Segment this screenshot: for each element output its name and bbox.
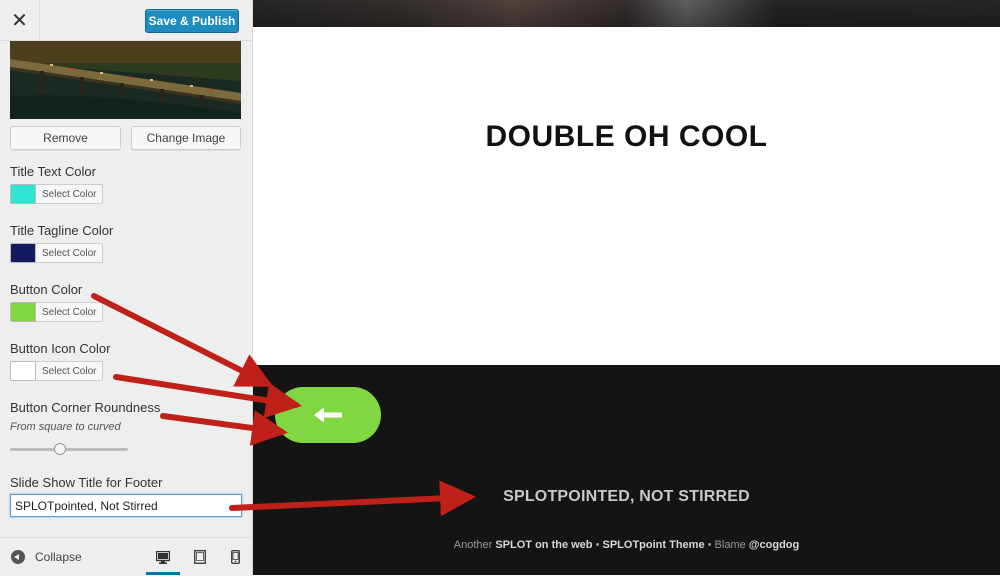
- remove-image-button[interactable]: Remove: [10, 126, 121, 150]
- credits-separator: •: [595, 539, 600, 551]
- mobile-icon: [230, 550, 240, 564]
- theme-link[interactable]: SPLOTpoint Theme: [603, 539, 705, 551]
- site-footer: SPLOTPOINTED, NOT STIRRED Another SPLOT …: [253, 365, 1000, 575]
- hero-background-image: [253, 0, 1000, 27]
- tablet-icon: [194, 550, 206, 564]
- select-color-button[interactable]: Select Color: [36, 184, 104, 204]
- color-swatch[interactable]: [10, 302, 36, 322]
- credits-text: Another: [453, 539, 493, 551]
- credits-text: Blame: [714, 539, 746, 551]
- slide-nav-button[interactable]: [275, 387, 381, 443]
- header-image-thumbnail: [10, 41, 241, 119]
- left-arrow-icon: [314, 407, 342, 423]
- color-swatch[interactable]: [10, 243, 36, 263]
- mobile-preview-button[interactable]: [224, 546, 246, 568]
- title-text-color-label: Title Text Color: [10, 164, 96, 179]
- tablet-preview-button[interactable]: [189, 546, 211, 568]
- corner-roundness-description: From square to curved: [10, 421, 121, 433]
- bridge-photo: [10, 41, 241, 119]
- splot-link[interactable]: SPLOT on the web: [495, 539, 592, 551]
- close-icon: ✕: [11, 9, 28, 32]
- button-color-picker[interactable]: Select Color: [10, 302, 104, 323]
- site-preview: DOUBLE OH COOL SPLOTPOINTED, NOT STIRRED…: [253, 0, 1000, 575]
- desktop-preview-button[interactable]: [152, 546, 174, 568]
- button-icon-color-picker[interactable]: Select Color: [10, 361, 104, 382]
- collapse-button[interactable]: Collapse: [35, 550, 82, 564]
- save-publish-button[interactable]: Save & Publish: [145, 9, 239, 33]
- customizer-sidebar: ✕ Save & Publish Remove Change Image Tit…: [0, 0, 253, 576]
- site-title: DOUBLE OH COOL: [485, 120, 768, 153]
- customizer-footer: Collapse: [0, 537, 252, 576]
- footer-title-input[interactable]: [10, 494, 242, 517]
- title-text-color-picker[interactable]: Select Color: [10, 184, 104, 205]
- color-swatch[interactable]: [10, 184, 36, 204]
- customizer-header: ✕ Save & Publish: [0, 0, 252, 41]
- collapse-icon[interactable]: [11, 550, 25, 564]
- corner-roundness-slider-handle[interactable]: [53, 443, 66, 455]
- select-color-button[interactable]: Select Color: [36, 361, 104, 381]
- select-color-button[interactable]: Select Color: [36, 243, 104, 263]
- corner-roundness-label: Button Corner Roundness: [10, 400, 161, 415]
- title-tagline-color-label: Title Tagline Color: [10, 223, 114, 238]
- author-link[interactable]: @cogdog: [749, 539, 799, 551]
- corner-roundness-slider-track[interactable]: [10, 448, 128, 451]
- credits-separator: •: [707, 539, 712, 551]
- footer-credits: Another SPLOT on the web • SPLOTpoint Th…: [253, 539, 1000, 551]
- button-icon-color-label: Button Icon Color: [10, 341, 111, 356]
- color-swatch[interactable]: [10, 361, 36, 381]
- button-color-label: Button Color: [10, 282, 83, 297]
- close-button[interactable]: ✕: [0, 0, 40, 40]
- title-tagline-color-picker[interactable]: Select Color: [10, 243, 104, 264]
- select-color-button[interactable]: Select Color: [36, 302, 104, 322]
- change-image-button[interactable]: Change Image: [131, 126, 241, 150]
- footer-title-label: Slide Show Title for Footer: [10, 475, 163, 490]
- desktop-icon: [156, 550, 170, 564]
- footer-slideshow-title: SPLOTPOINTED, NOT STIRRED: [503, 488, 750, 505]
